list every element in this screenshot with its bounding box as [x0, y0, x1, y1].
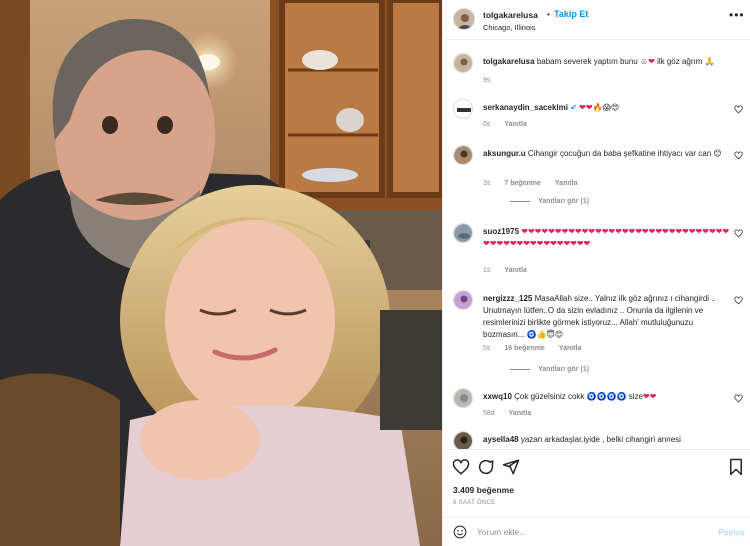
post-time: 8 SAAT ÖNCE: [453, 500, 496, 506]
emoji-icon: 🙏: [704, 57, 715, 66]
caption-text: tolgakarelusa babam severek yaptım bunu …: [483, 56, 735, 68]
author-username[interactable]: tolgakarelusa: [483, 10, 538, 20]
comment-meta: 1s Yanıtla: [483, 267, 539, 274]
comment-time: 6s: [483, 121, 491, 128]
comment-time: 5s: [483, 345, 491, 352]
caption-body: babam severek yaptım bunu ☺: [536, 57, 649, 66]
comment-time: 58d: [483, 410, 495, 417]
post-actions: 3.409 beğenme 8 SAAT ÖNCE Paylaş: [443, 449, 750, 546]
comment-text: suoz1975 ❤❤❤❤❤❤❤❤❤❤❤❤❤❤❤❤❤❤❤❤❤❤❤❤❤❤❤❤❤❤❤…: [483, 226, 735, 250]
post-comment-button[interactable]: Paylaş: [718, 527, 745, 537]
comment-time: 1s: [483, 267, 491, 274]
reply-button[interactable]: Yanıtla: [509, 410, 532, 417]
photo-image: [0, 0, 442, 546]
view-replies-button[interactable]: Yanıtları gör (1): [510, 366, 589, 373]
commenter-username[interactable]: xxwq10: [483, 392, 512, 401]
comment-likes[interactable]: 16 beğenme: [504, 345, 544, 352]
comment-body: Çok güzelsiniz cokk: [514, 392, 585, 401]
comment-body-2: size: [626, 392, 643, 401]
comment-text: serkanaydin_sacekimi ✔ ❤❤🔥😱😍: [483, 102, 735, 114]
reply-button[interactable]: Yanıtla: [559, 345, 582, 352]
caption-time: 9s: [483, 77, 491, 84]
comment-meta: 5s 16 beğenme Yanıtla: [483, 345, 593, 352]
comment-text: aysella48 yazan arkadaşlar.iyide , belki…: [483, 434, 735, 446]
bookmark-icon[interactable]: [727, 458, 745, 476]
comment-meta: 3s 7 beğenme Yanıtla: [483, 180, 589, 187]
comment-text: nergizzz_125 MasaAllah size.. Yalnız ilk…: [483, 293, 735, 341]
commenter-username[interactable]: aysella48: [483, 435, 519, 444]
comment-text: xxwq10 Çok güzelsiniz cokk 🧿🧿🧿🧿 size❤❤: [483, 391, 735, 403]
likes-count[interactable]: 3.409 beğenme: [453, 485, 514, 495]
post-photo[interactable]: [0, 0, 442, 546]
comment-input[interactable]: [477, 524, 707, 540]
view-replies-label: Yanıtları gör (1): [538, 198, 589, 205]
comment-body: Cihangir çocuğun da baba şefkatine ihtiy…: [527, 149, 712, 158]
commenter-username[interactable]: serkanaydin_sacekimi: [483, 103, 568, 112]
heart-emojis: ❤❤❤❤❤❤❤❤❤❤❤❤❤❤❤❤❤❤❤❤❤❤❤❤❤❤❤❤❤❤❤❤❤❤❤❤❤❤❤❤…: [483, 227, 730, 248]
commenter-avatar[interactable]: [453, 388, 473, 408]
caption-body-2: ilk göz ağrım: [654, 57, 705, 66]
commenter-avatar[interactable]: [453, 290, 473, 310]
heart-emoji: ❤❤: [642, 392, 657, 401]
reply-button[interactable]: Yanıtla: [555, 180, 578, 187]
comment-body: yazan arkadaşlar.iyide , belki cihangiri…: [520, 435, 681, 444]
caption-meta: 9s: [483, 77, 502, 84]
like-comment-icon[interactable]: [734, 296, 743, 305]
comment-icon[interactable]: [477, 458, 495, 476]
commenter-avatar[interactable]: [453, 431, 473, 449]
comment-meta: 58d Yanıtla: [483, 410, 543, 417]
like-comment-icon[interactable]: [734, 105, 743, 114]
separator-dot: •: [547, 10, 550, 19]
commenter-username[interactable]: suoz1975: [483, 227, 519, 236]
reply-button[interactable]: Yanıtla: [504, 267, 527, 274]
thread-line: [510, 200, 530, 202]
like-comment-icon[interactable]: [734, 229, 743, 238]
comment-text: aksungur.u Cihangir çocuğun da baba şefk…: [483, 148, 735, 160]
comment-body: 🔥😱😍: [592, 103, 620, 112]
caption-avatar[interactable]: [453, 53, 473, 73]
commenter-avatar[interactable]: [453, 99, 473, 119]
comments-list[interactable]: tolgakarelusa babam severek yaptım bunu …: [443, 41, 750, 449]
post-sidebar: tolgakarelusa • Takip Et Chicago, Illino…: [442, 0, 750, 546]
view-replies-button[interactable]: Yanıtları gör (1): [510, 198, 589, 205]
post-header: tolgakarelusa • Takip Et Chicago, Illino…: [443, 0, 750, 40]
follow-button[interactable]: Takip Et: [554, 9, 588, 19]
more-icon[interactable]: •••: [729, 8, 745, 22]
emoji-icon[interactable]: [453, 525, 467, 539]
heart-emoji: ❤❤: [579, 103, 593, 112]
comment-time: 3s: [483, 180, 491, 187]
heart-icon[interactable]: [452, 458, 470, 476]
commenter-avatar[interactable]: [453, 223, 473, 243]
caption-username[interactable]: tolgakarelusa: [483, 57, 535, 66]
heart-emoji: ❤: [648, 57, 655, 66]
author-avatar[interactable]: [453, 8, 475, 30]
emoji: 😊: [713, 149, 722, 158]
thread-line: [510, 368, 530, 370]
verified-icon: ✔: [570, 103, 577, 112]
commenter-avatar[interactable]: [453, 145, 473, 165]
like-comment-icon[interactable]: [734, 394, 743, 403]
emoji: 🧿🧿🧿🧿: [586, 392, 627, 401]
view-replies-label: Yanıtları gör (1): [538, 366, 589, 373]
location-link[interactable]: Chicago, Illinois: [483, 23, 536, 32]
add-comment-bar: Paylaş: [443, 516, 750, 546]
commenter-username[interactable]: nergizzz_125: [483, 294, 532, 303]
emoji: 🧿👍😇😊: [526, 330, 564, 339]
comment-likes[interactable]: 7 beğenme: [504, 180, 541, 187]
comment-meta: 6s Yanıtla: [483, 121, 539, 128]
commenter-username[interactable]: aksungur.u: [483, 149, 526, 158]
reply-button[interactable]: Yanıtla: [504, 121, 527, 128]
share-icon[interactable]: [502, 458, 520, 476]
like-comment-icon[interactable]: [734, 151, 743, 160]
